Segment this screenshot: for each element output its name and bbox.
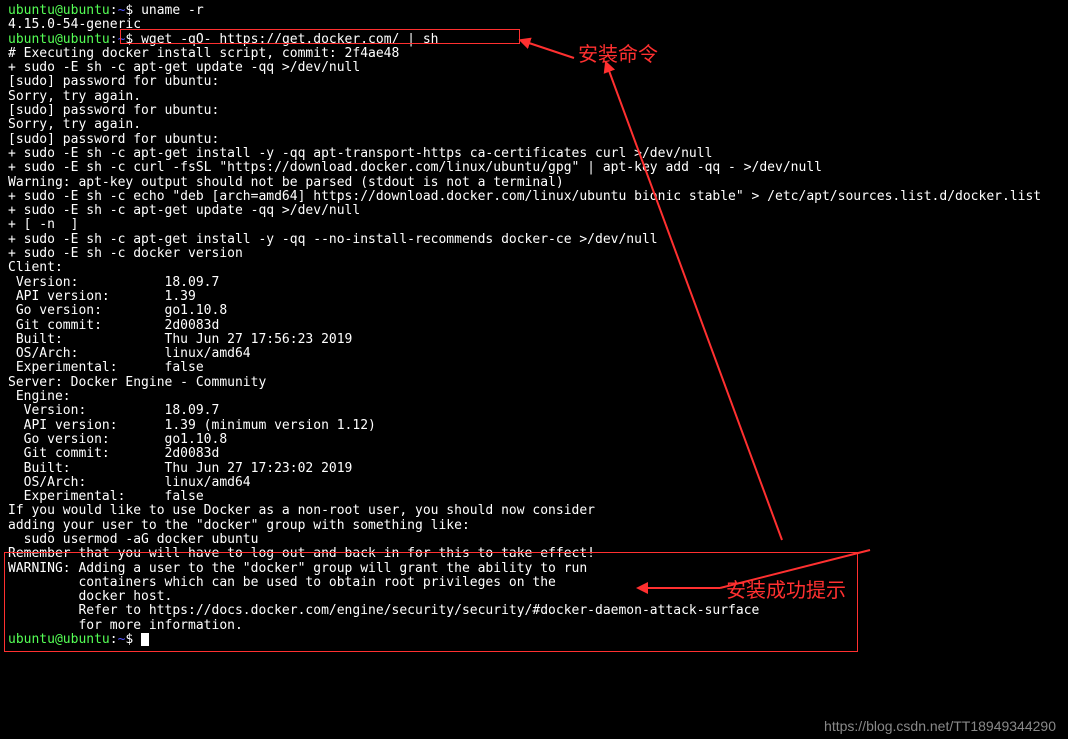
- output-line: If you would like to use Docker as a non…: [8, 504, 1060, 518]
- output-line: + sudo -E sh -c apt-get install -y -qq a…: [8, 147, 1060, 161]
- output-line: Client:: [8, 261, 1060, 275]
- output-line: + sudo -E sh -c echo "deb [arch=amd64] h…: [8, 190, 1060, 204]
- output-line: + sudo -E sh -c docker version: [8, 247, 1060, 261]
- prompt-colon: :: [110, 32, 118, 47]
- output-line: Version: 18.09.7: [8, 404, 1060, 418]
- output-line: + sudo -E sh -c curl -fsSL "https://down…: [8, 161, 1060, 175]
- output-line: [sudo] password for ubuntu:: [8, 104, 1060, 118]
- output-line: Git commit: 2d0083d: [8, 319, 1060, 333]
- output-line: OS/Arch: linux/amd64: [8, 347, 1060, 361]
- output-line: WARNING: Adding a user to the "docker" g…: [8, 562, 1060, 576]
- prompt-user: ubuntu@ubuntu: [8, 3, 110, 18]
- output-line: + sudo -E sh -c apt-get install -y -qq -…: [8, 233, 1060, 247]
- output-line: Version: 18.09.7: [8, 276, 1060, 290]
- prompt-dollar: $: [125, 3, 141, 18]
- prompt-dollar: $: [125, 632, 141, 647]
- kernel-version-output: 4.15.0-54-generic: [8, 18, 1060, 32]
- output-line: Go version: go1.10.8: [8, 433, 1060, 447]
- output-line: [sudo] password for ubuntu:: [8, 75, 1060, 89]
- output-line: Sorry, try again.: [8, 90, 1060, 104]
- prompt-user: ubuntu@ubuntu: [8, 32, 110, 47]
- output-line: for more information.: [8, 619, 1060, 633]
- prompt-colon: :: [110, 632, 118, 647]
- output-line: Experimental: false: [8, 361, 1060, 375]
- output-line: Git commit: 2d0083d: [8, 447, 1060, 461]
- output-line: API version: 1.39 (minimum version 1.12): [8, 419, 1060, 433]
- output-line: Warning: apt-key output should not be pa…: [8, 176, 1060, 190]
- output-line: Sorry, try again.: [8, 118, 1060, 132]
- output-line: + sudo -E sh -c apt-get update -qq >/dev…: [8, 61, 1060, 75]
- output-line: docker host.: [8, 590, 1060, 604]
- command-text: uname -r: [141, 3, 204, 18]
- output-line: OS/Arch: linux/amd64: [8, 476, 1060, 490]
- output-line: adding your user to the "docker" group w…: [8, 519, 1060, 533]
- command-text: wget -qO- https://get.docker.com/ | sh: [141, 32, 438, 47]
- output-line: Remember that you will have to log out a…: [8, 547, 1060, 561]
- output-line: # Executing docker install script, commi…: [8, 47, 1060, 61]
- prompt-dollar: $: [125, 32, 141, 47]
- watermark: https://blog.csdn.net/TT18949344290: [824, 719, 1056, 734]
- terminal-output: ubuntu@ubuntu:~$ uname -r4.15.0-54-gener…: [8, 4, 1060, 647]
- output-line: Experimental: false: [8, 490, 1060, 504]
- output-line: Go version: go1.10.8: [8, 304, 1060, 318]
- output-line: Server: Docker Engine - Community: [8, 376, 1060, 390]
- output-line: API version: 1.39: [8, 290, 1060, 304]
- output-line: Engine:: [8, 390, 1060, 404]
- output-line: Built: Thu Jun 27 17:56:23 2019: [8, 333, 1060, 347]
- output-line: + [ -n ]: [8, 218, 1060, 232]
- output-line: Refer to https://docs.docker.com/engine/…: [8, 604, 1060, 618]
- output-line: Built: Thu Jun 27 17:23:02 2019: [8, 462, 1060, 476]
- prompt-colon: :: [110, 3, 118, 18]
- output-line: [sudo] password for ubuntu:: [8, 133, 1060, 147]
- output-line: + sudo -E sh -c apt-get update -qq >/dev…: [8, 204, 1060, 218]
- prompt-user: ubuntu@ubuntu: [8, 632, 110, 647]
- output-line: sudo usermod -aG docker ubuntu: [8, 533, 1060, 547]
- terminal-cursor[interactable]: [141, 633, 149, 646]
- output-line: containers which can be used to obtain r…: [8, 576, 1060, 590]
